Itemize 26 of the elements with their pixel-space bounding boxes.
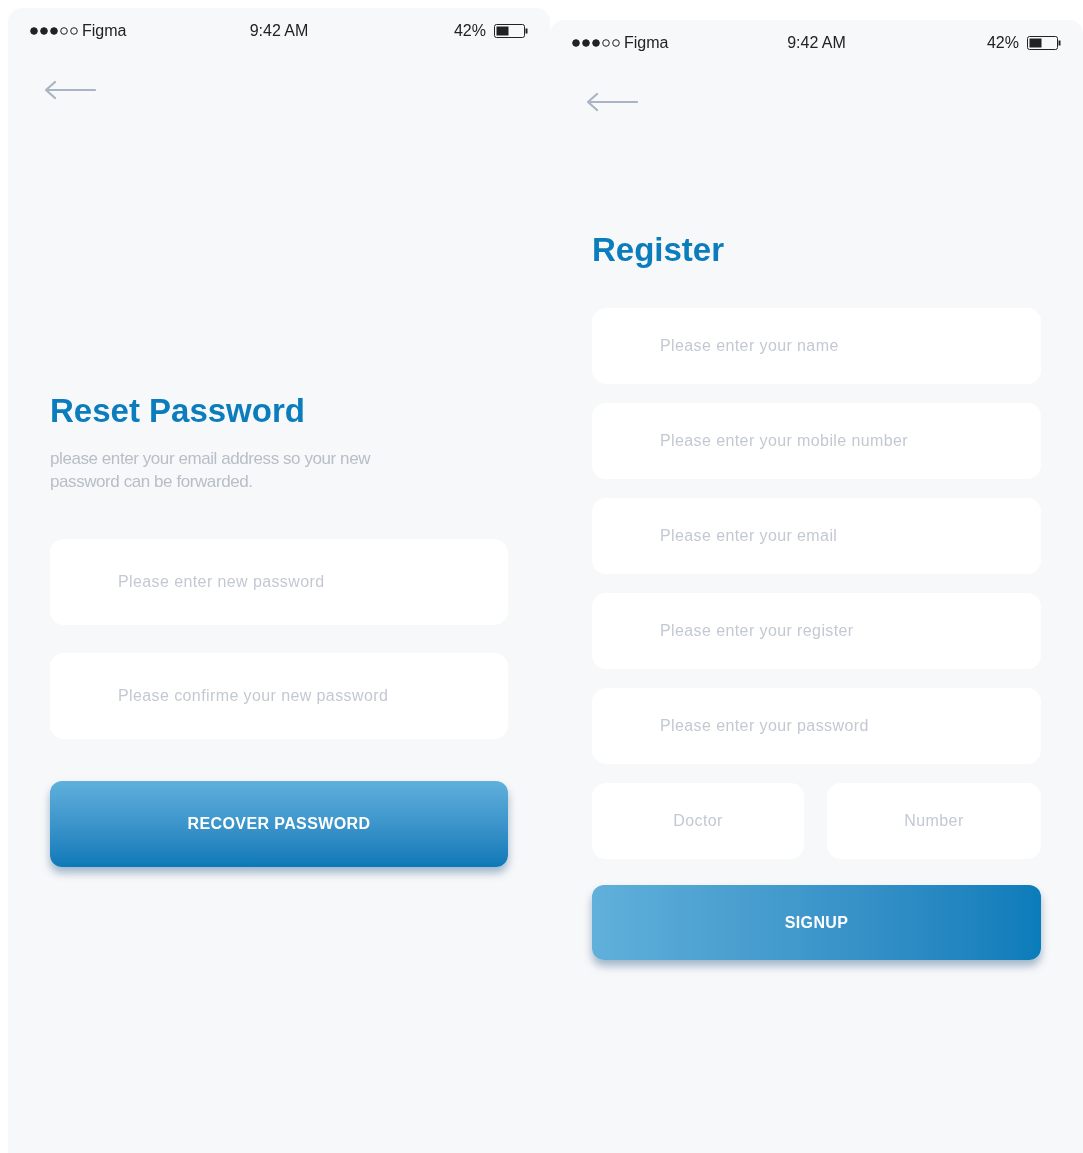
text-field[interactable]: Please confirme your new password (50, 653, 508, 740)
submit-button[interactable]: SIGNUP (592, 885, 1041, 961)
text-field[interactable]: Doctor (592, 783, 804, 860)
text-field[interactable]: Please enter your register (592, 593, 1041, 670)
carrier-name: Figma (82, 21, 127, 41)
submit-button[interactable]: RECOVER PASSWORD (50, 781, 508, 868)
text-field[interactable]: Please enter your name (592, 308, 1041, 385)
signal-icon (30, 27, 78, 35)
back-arrow-icon[interactable] (44, 80, 96, 100)
text-field[interactable]: Number (827, 783, 1041, 860)
status-time: 9:42 AM (249, 21, 309, 41)
screen-title: Register (592, 230, 726, 270)
screen-title: Reset Password (50, 391, 306, 431)
battery-percent: 42% (453, 21, 486, 41)
battery-icon (494, 24, 528, 38)
back-arrow-icon[interactable] (586, 92, 638, 112)
carrier-name: Figma (624, 33, 669, 53)
battery-percent: 42% (986, 33, 1019, 53)
text-field[interactable]: Please enter new password (50, 539, 508, 626)
text-field[interactable]: Please enter your mobile number (592, 403, 1041, 480)
subtitle-text: please enter your email address so your new password can be forwarded. (50, 448, 372, 494)
status-time: 9:42 AM (787, 33, 846, 53)
battery-icon (1027, 36, 1061, 50)
text-field[interactable]: Please enter your password (592, 688, 1041, 765)
text-field[interactable]: Please enter your email (592, 498, 1041, 575)
signal-icon (572, 39, 620, 47)
